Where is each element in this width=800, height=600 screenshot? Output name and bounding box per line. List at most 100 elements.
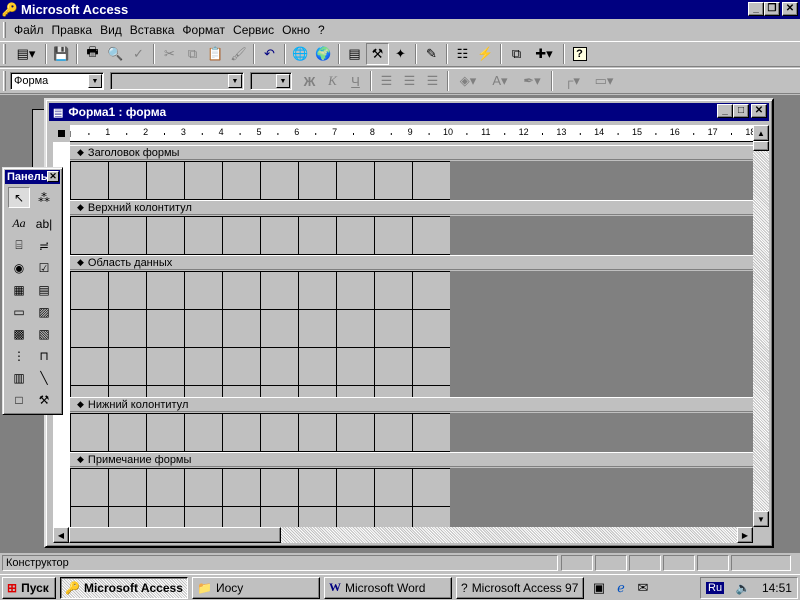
chevron-down-icon[interactable]: ▼ [228, 74, 242, 88]
bound-object-tool-icon[interactable]: ▧ [33, 323, 55, 344]
desktop-icon[interactable]: ▣ [588, 580, 610, 596]
textbox-tool-icon[interactable]: ab| [33, 213, 55, 234]
scroll-left-button[interactable]: ◀ [53, 527, 69, 543]
form-header-section[interactable] [70, 161, 753, 200]
page-break-tool-icon[interactable]: ⋮ [8, 345, 30, 366]
design-grid[interactable] [70, 413, 450, 452]
toggle-button-tool-icon[interactable]: ≓ [33, 235, 55, 256]
toolbox-title-bar[interactable]: Панель ✕ [5, 170, 60, 184]
wizard-tool-icon[interactable]: ⁂ [33, 187, 55, 208]
toolbox-panel[interactable]: Панель ✕ ↖ ⁂ Aa ab| ⌸ ≓ ◉ ☑ ▦ ▤ ▭ ▨ ▩ ▧ ⋮ ⊓ ▥ ╲ □ ⚒ [2, 167, 63, 415]
form-maximize-button[interactable]: □ [733, 104, 749, 118]
outlook-icon[interactable]: ✉ [632, 580, 654, 596]
toolbox-close-button[interactable]: ✕ [47, 171, 59, 182]
combobox-tool-icon[interactable]: ▦ [8, 279, 30, 300]
tab-control-tool-icon[interactable]: ⊓ [33, 345, 55, 366]
close-button[interactable]: ✕ [782, 2, 798, 16]
font-size-combo[interactable]: ▼ [250, 72, 292, 90]
menu-grip[interactable] [3, 22, 6, 38]
align-center-button[interactable]: ☰ [398, 70, 421, 92]
page-footer-section[interactable] [70, 413, 753, 452]
horizontal-ruler[interactable]: 123456789101112131415161718 [70, 125, 753, 142]
taskbar-item-access[interactable]: 🔑 Microsoft Access [60, 576, 188, 599]
select-tool-icon[interactable]: ↖ [8, 187, 30, 208]
menu-view[interactable]: Вид [96, 23, 126, 37]
object-combo[interactable]: Форма ▼ [10, 72, 104, 90]
taskbar-item-folder[interactable]: 📁 Иосу [192, 576, 320, 599]
image-tool-icon[interactable]: ▨ [33, 301, 55, 322]
label-tool-icon[interactable]: Aa [8, 213, 30, 234]
print-button[interactable]: 🖶 [81, 43, 104, 65]
unbound-object-tool-icon[interactable]: ▩ [8, 323, 30, 344]
autoformat-button[interactable]: ✦ [389, 43, 412, 65]
language-indicator[interactable]: Ru [706, 582, 725, 594]
scroll-right-button[interactable]: ▶ [737, 527, 753, 543]
form-close-button[interactable]: ✕ [751, 104, 767, 118]
checkbox-tool-icon[interactable]: ☑ [33, 257, 55, 278]
office-assistant-button[interactable]: ? [568, 43, 591, 65]
design-grid[interactable] [70, 468, 450, 527]
vertical-scrollbar[interactable]: ▲ ▼ [753, 125, 769, 527]
menu-edit[interactable]: Правка [48, 23, 97, 37]
properties-button[interactable]: ☷ [451, 43, 474, 65]
font-name-combo[interactable]: ▼ [110, 72, 244, 90]
scroll-thumb-horizontal[interactable] [69, 527, 281, 543]
build-button[interactable]: ⚡ [474, 43, 497, 65]
menu-format[interactable]: Формат [178, 23, 229, 37]
section-bar-form-footer[interactable]: ◆ Примечание формы [70, 452, 753, 467]
subform-tool-icon[interactable]: ▥ [8, 367, 30, 388]
toolbox-toggle-button[interactable]: ⚒ [366, 43, 389, 65]
section-bar-form-header[interactable]: ◆ Заголовок формы [70, 145, 753, 160]
form-design-window[interactable]: ▤ Форма1 : форма _ □ ✕ 1 2 3 4 5 6 7 8 9 10 11 12 13… [44, 98, 774, 548]
toolbar-grip[interactable] [3, 44, 6, 64]
design-grid[interactable] [70, 161, 450, 200]
italic-button[interactable]: К [321, 70, 344, 92]
format-painter-button[interactable]: 🖌 [227, 43, 250, 65]
rectangle-tool-icon[interactable]: □ [8, 389, 30, 410]
line-color-button[interactable]: ✒▾ [516, 70, 548, 92]
more-controls-tool-icon[interactable]: ⚒ [33, 389, 55, 410]
section-bar-page-header[interactable]: ◆ Верхний колонтитул [70, 200, 753, 215]
font-color-button[interactable]: A▾ [484, 70, 516, 92]
line-tool-icon[interactable]: ╲ [33, 367, 55, 388]
menu-help[interactable]: ? [314, 23, 329, 37]
toolbar-grip[interactable] [3, 71, 6, 91]
scroll-thumb[interactable] [753, 141, 769, 151]
design-grid[interactable] [70, 216, 450, 255]
app-title-bar[interactable]: 🔑 Microsoft Access _ ❐ ✕ [0, 0, 800, 19]
clock[interactable]: 14:51 [762, 581, 792, 595]
design-grid[interactable] [70, 271, 450, 397]
web-toolbar-button[interactable]: 🌍 [312, 43, 335, 65]
cut-button[interactable]: ✂ [158, 43, 181, 65]
align-left-button[interactable]: ☰ [375, 70, 398, 92]
listbox-tool-icon[interactable]: ▤ [33, 279, 55, 300]
new-object-button[interactable]: ✚▾ [528, 43, 560, 65]
detail-section[interactable] [70, 271, 753, 397]
insert-hyperlink-button[interactable]: 🌐 [289, 43, 312, 65]
form-minimize-button[interactable]: _ [717, 104, 733, 118]
field-list-button[interactable]: ▤ [343, 43, 366, 65]
undo-button[interactable]: ↶ [258, 43, 281, 65]
menu-insert[interactable]: Вставка [126, 23, 179, 37]
minimize-button[interactable]: _ [748, 2, 764, 16]
special-effect-button[interactable]: ▭▾ [588, 70, 620, 92]
align-right-button[interactable]: ☰ [421, 70, 444, 92]
menu-file[interactable]: Файл [10, 23, 48, 37]
option-group-tool-icon[interactable]: ⌸ [8, 235, 30, 256]
scroll-down-button[interactable]: ▼ [753, 511, 769, 527]
chevron-down-icon[interactable]: ▼ [276, 74, 290, 88]
command-button-tool-icon[interactable]: ▭ [8, 301, 30, 322]
form-selector[interactable] [53, 125, 70, 142]
bold-button[interactable]: Ж [298, 70, 321, 92]
copy-button[interactable]: ⧉ [181, 43, 204, 65]
paste-button[interactable]: 📋 [204, 43, 227, 65]
scroll-up-button[interactable]: ▲ [753, 125, 769, 141]
database-window-button[interactable]: ⧉ [505, 43, 528, 65]
access-key-icon[interactable]: 🔑 [2, 2, 18, 18]
menu-window[interactable]: Окно [278, 23, 314, 37]
volume-icon[interactable]: 🔈 [736, 581, 751, 595]
option-button-tool-icon[interactable]: ◉ [8, 257, 30, 278]
page-header-section[interactable] [70, 216, 753, 255]
save-button[interactable]: 💾 [50, 43, 73, 65]
section-bar-detail[interactable]: ◆ Область данных [70, 255, 753, 270]
